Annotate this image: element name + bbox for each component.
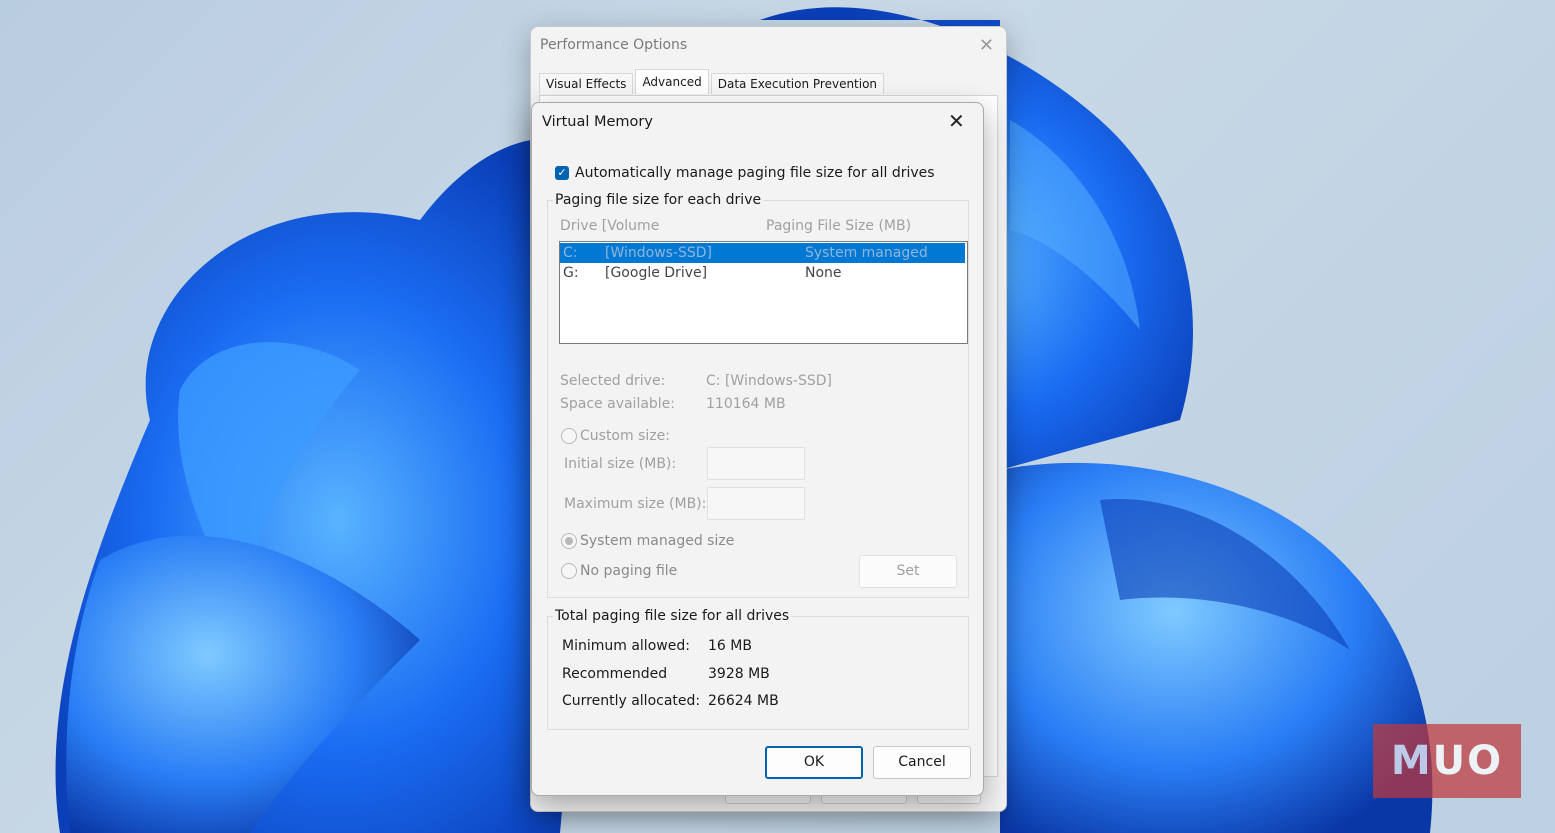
perf-tabs: Visual Effects Advanced Data Execution P… bbox=[539, 69, 886, 94]
auto-manage-label: Automatically manage paging file size fo… bbox=[575, 165, 935, 181]
dialog-title: Virtual Memory bbox=[542, 114, 653, 130]
paging-group-legend: Paging file size for each drive bbox=[553, 192, 764, 208]
recommended-label: Recommended bbox=[562, 666, 668, 682]
ok-button[interactable]: OK bbox=[765, 746, 863, 779]
drive-paging-size: System managed bbox=[805, 245, 928, 261]
drive-row-c[interactable]: C: [Windows-SSD] System managed bbox=[560, 243, 965, 263]
tab-data-execution-prevention[interactable]: Data Execution Prevention bbox=[710, 73, 885, 94]
space-available-value: 110164 MB bbox=[706, 396, 786, 412]
cancel-button[interactable]: Cancel bbox=[873, 746, 971, 779]
space-available-label: Space available: bbox=[560, 396, 676, 412]
minimum-allowed-label: Minimum allowed: bbox=[562, 638, 690, 654]
initial-size-label: Initial size (MB): bbox=[564, 456, 677, 472]
maximum-size-input[interactable] bbox=[707, 487, 805, 520]
drive-volume: [Windows-SSD] bbox=[605, 245, 713, 261]
selected-drive-label: Selected drive: bbox=[560, 373, 666, 389]
currently-allocated-value: 26624 MB bbox=[708, 693, 779, 709]
minimum-allowed-value: 16 MB bbox=[708, 638, 752, 654]
total-group-legend: Total paging file size for all drives bbox=[553, 608, 792, 624]
watermark-logo: MUO bbox=[1373, 724, 1521, 798]
initial-size-input[interactable] bbox=[707, 447, 805, 480]
column-header-size: Paging File Size (MB) bbox=[766, 218, 912, 234]
drive-letter: C: bbox=[563, 245, 578, 261]
system-managed-label: System managed size bbox=[580, 533, 735, 549]
maximum-size-label: Maximum size (MB): bbox=[564, 496, 707, 512]
drive-row-g[interactable]: G: [Google Drive] None bbox=[560, 263, 965, 283]
perf-window-title: Performance Options bbox=[540, 37, 688, 53]
virtual-memory-dialog: Virtual Memory ✕ ✓ Automatically manage … bbox=[531, 102, 984, 796]
tab-visual-effects[interactable]: Visual Effects bbox=[539, 73, 634, 94]
selected-drive-value: C: [Windows-SSD] bbox=[706, 373, 832, 389]
recommended-value: 3928 MB bbox=[708, 666, 770, 682]
auto-manage-row[interactable]: ✓ Automatically manage paging file size … bbox=[555, 165, 935, 181]
column-header-drive: Drive [Volume bbox=[560, 218, 660, 234]
custom-size-radio[interactable] bbox=[561, 428, 577, 444]
drive-letter: G: bbox=[563, 265, 579, 281]
currently-allocated-label: Currently allocated: bbox=[562, 693, 701, 709]
perf-close-icon[interactable]: ✕ bbox=[979, 35, 994, 56]
close-icon[interactable]: ✕ bbox=[948, 109, 965, 133]
no-paging-file-label: No paging file bbox=[580, 563, 678, 579]
drive-listbox[interactable]: C: [Windows-SSD] System managed G: [Goog… bbox=[559, 241, 968, 344]
no-paging-file-radio[interactable] bbox=[561, 563, 577, 579]
drive-paging-size: None bbox=[805, 265, 842, 281]
auto-manage-checkbox[interactable]: ✓ bbox=[555, 166, 569, 180]
tab-advanced[interactable]: Advanced bbox=[635, 69, 709, 94]
set-button[interactable]: Set bbox=[859, 555, 957, 588]
system-managed-radio[interactable] bbox=[561, 533, 577, 549]
drive-volume: [Google Drive] bbox=[605, 265, 708, 281]
custom-size-label: Custom size: bbox=[580, 428, 670, 444]
